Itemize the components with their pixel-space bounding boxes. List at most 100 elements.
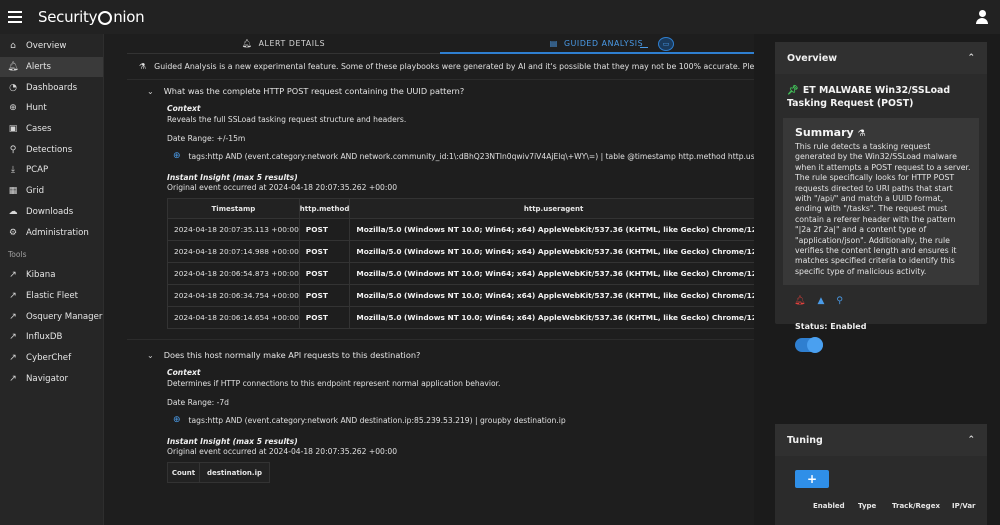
insight-table: Timestamp http.method http.useragent 202… — [167, 198, 754, 329]
chevron-up-icon[interactable]: ⌃ — [967, 435, 975, 445]
column-header[interactable]: Type — [858, 502, 892, 510]
sidebar-item-alerts[interactable]: 🔔︎ Alerts — [0, 56, 103, 78]
main-content: 🔔︎ ALERT DETAILS ▤ GUIDED ANALYSIS ▭ ⚗ Gui… — [127, 34, 754, 525]
panel-toggle-icon[interactable]: ▭ — [658, 37, 674, 51]
column-header[interactable]: IP/Var — [952, 502, 982, 510]
chevron-up-icon[interactable]: ⌃ — [967, 53, 975, 63]
date-range: Date Range: +/-15m — [167, 134, 246, 143]
book-icon: ▤ — [549, 39, 558, 48]
context-text: Reveals the full SSLoad tasking request … — [167, 115, 407, 124]
user-account-icon[interactable] — [976, 10, 988, 24]
table-row[interactable]: 2024-04-18 20:07:35.113 +00:00 POST Mozi… — [167, 218, 754, 241]
tab-bar: 🔔︎ ALERT DETAILS ▤ GUIDED ANALYSIS ▭ — [127, 34, 754, 54]
experimental-notice: ⚗ Guided Analysis is a new experimental … — [127, 54, 754, 80]
sidebar-item-hunt[interactable]: ⊕ Hunt — [0, 98, 103, 119]
summary-title: Summary ⚗ — [795, 126, 866, 139]
flask-icon: ⚗ — [139, 62, 147, 71]
pin-icon: 📌︎ — [787, 85, 799, 96]
table-row[interactable]: 2024-04-18 20:06:14.654 +00:00 POST Mozi… — [167, 306, 754, 329]
sidebar-item-overview[interactable]: ⌂ Overview — [0, 36, 103, 57]
external-link-icon: ↗ — [9, 290, 17, 301]
column-header[interactable]: Enabled — [813, 502, 858, 510]
tuning-card: Tuning ⌃ + Enabled Type Track/Regex IP/V… — [775, 424, 987, 525]
overview-card: Overview ⌃ 📌︎ ET MALWARE Win32/SSLoad Tas… — [775, 42, 987, 354]
question-section: Context Determines if HTTP connections t… — [127, 368, 754, 483]
sidebar-item-cases[interactable]: ▣ Cases — [0, 119, 103, 140]
column-header[interactable]: http.method — [298, 198, 351, 219]
enabled-toggle[interactable] — [795, 337, 823, 354]
sidebar: ⌂ Overview 🔔︎ Alerts ◔ Dashboards ⊕ Hunt ▣ Ca… — [0, 34, 104, 525]
query-text: tags:http AND (event.category:network AN… — [188, 151, 754, 161]
sidebar-tool-kibana[interactable]: ↗ Kibana — [0, 265, 103, 286]
query-row: ⊕ tags:http AND (event.category:network … — [167, 151, 754, 161]
column-header[interactable]: Track/Regex — [892, 502, 952, 510]
bell-icon: 🔔︎ — [241, 39, 253, 48]
brand-text-left: Security — [38, 8, 98, 26]
crosshairs-icon[interactable]: ⊕ — [173, 415, 181, 425]
sidebar-tool-influxdb[interactable]: ↗ InfluxDB — [0, 327, 103, 348]
tab-guided-analysis[interactable]: ▤ GUIDED ANALYSIS — [440, 34, 753, 53]
crosshairs-icon[interactable]: ⊕ — [173, 151, 181, 161]
question-header[interactable]: ⌄ What was the complete HTTP POST reques… — [127, 80, 754, 102]
onion-logo-icon — [98, 11, 113, 25]
tuning-header[interactable]: Tuning ⌃ — [775, 424, 987, 456]
chevron-down-icon: ⌄ — [147, 86, 154, 96]
insight-table: Count destination.ip — [167, 462, 270, 483]
table-row[interactable]: 2024-04-18 20:06:34.754 +00:00 POST Mozi… — [167, 284, 754, 307]
table-row[interactable]: 2024-04-18 20:06:54.873 +00:00 POST Mozi… — [167, 262, 754, 285]
external-link-icon: ↗ — [9, 373, 17, 384]
overview-header[interactable]: Overview ⌃ — [775, 42, 987, 74]
bell-icon: 🔔︎ — [7, 62, 19, 73]
context-label: Context — [167, 104, 201, 113]
search-icon[interactable]: ⚲ — [836, 296, 843, 306]
external-link-icon: ↗ — [9, 311, 17, 322]
question-section: Context Reveals the full SSLoad tasking … — [127, 104, 754, 329]
sidebar-tool-cyberchef[interactable]: ↗ CyberChef — [0, 348, 103, 369]
gear-icon: ⚙ — [8, 227, 18, 238]
query-text: tags:http AND (event.category:network AN… — [188, 415, 566, 425]
insight-title: Instant Insight (max 5 results) — [167, 173, 298, 182]
top-bar: Security nion — [0, 0, 1000, 34]
add-tuning-button[interactable]: + — [795, 470, 829, 488]
summary-text: This rule detects a tasking request gene… — [795, 142, 971, 276]
column-header[interactable]: Count — [167, 462, 200, 483]
insight-subtitle: Original event occurred at 2024-04-18 20… — [167, 183, 398, 192]
sidebar-tool-navigator[interactable]: ↗ Navigator — [0, 368, 103, 389]
sidebar-item-detections[interactable]: ⚲ Detections — [0, 139, 103, 160]
bell-alert-icon[interactable]: 🔔︎ — [794, 296, 805, 306]
brand-logo[interactable]: Security nion — [38, 8, 145, 26]
search-icon: ⚲ — [9, 144, 17, 155]
question-header[interactable]: ⌄ Does this host normally make API reque… — [127, 344, 754, 366]
download-icon: ⤓ — [11, 165, 15, 176]
sidebar-item-dashboards[interactable]: ◔ Dashboards — [0, 77, 103, 98]
external-link-icon: ↗ — [9, 332, 17, 343]
insight-subtitle: Original event occurred at 2024-04-18 20… — [167, 447, 398, 456]
hamburger-menu-icon[interactable] — [8, 11, 22, 23]
date-range: Date Range: -7d — [167, 398, 229, 407]
chevron-down-icon: ⌄ — [147, 350, 154, 360]
briefcase-icon: ▣ — [8, 124, 18, 135]
query-row: ⊕ tags:http AND (event.category:network … — [167, 415, 754, 425]
sidebar-tool-elastic-fleet[interactable]: ↗ Elastic Fleet — [0, 286, 103, 307]
minimize-icon[interactable] — [640, 46, 648, 48]
tab-alert-details[interactable]: 🔔︎ ALERT DETAILS — [127, 34, 440, 53]
sidebar-item-grid[interactable]: ▦ Grid — [0, 181, 103, 202]
column-header[interactable]: destination.ip — [199, 462, 270, 483]
column-header[interactable]: http.useragent — [349, 198, 754, 219]
tab-extra-controls: ▭ — [640, 37, 674, 51]
active-tab-indicator — [440, 52, 754, 54]
grid-icon: ▦ — [8, 186, 18, 197]
external-link-icon: ↗ — [9, 270, 17, 281]
brand-text-right: nion — [113, 8, 145, 26]
sidebar-item-administration[interactable]: ⚙ Administration — [0, 222, 103, 243]
tools-section-label: Tools — [8, 250, 27, 260]
dashboard-icon: ◔ — [9, 82, 17, 93]
column-header[interactable]: Timestamp — [167, 198, 300, 219]
sidebar-tool-osquery-manager[interactable]: ↗ Osquery Manager — [0, 306, 103, 327]
summary-box: Summary ⚗ This rule detects a tasking re… — [783, 118, 979, 286]
sidebar-item-downloads[interactable]: ☁ Downloads — [0, 202, 103, 223]
insight-title: Instant Insight (max 5 results) — [167, 437, 298, 446]
sidebar-item-pcap[interactable]: ⤓ PCAP — [0, 160, 103, 181]
table-row[interactable]: 2024-04-18 20:07:14.988 +00:00 POST Mozi… — [167, 240, 754, 263]
tune-icon[interactable]: ▲ — [817, 296, 824, 306]
